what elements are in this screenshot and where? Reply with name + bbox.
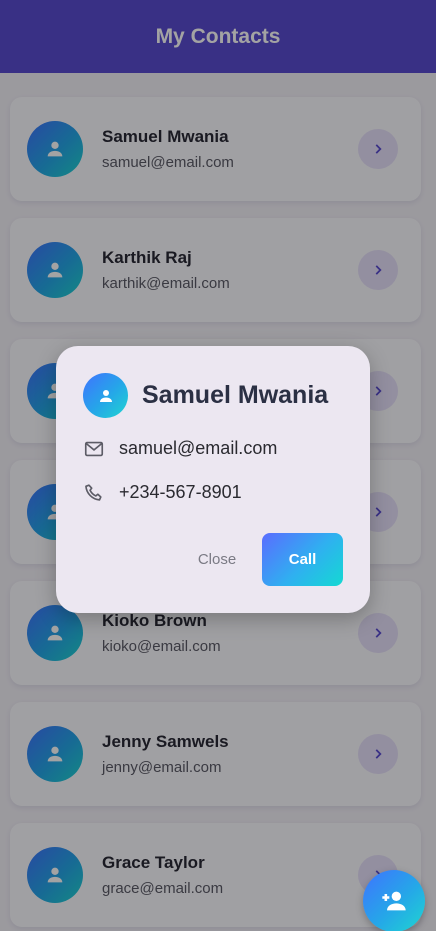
dialog-phone: +234-567-8901 [119,482,242,502]
mail-icon [84,441,104,457]
close-button[interactable]: Close [186,533,248,585]
person-icon [99,389,112,402]
dialog-email: samuel@email.com [119,438,278,458]
dialog-contact-name: Samuel Mwania [142,381,329,409]
call-button[interactable]: Call [262,533,343,586]
contact-dialog: Samuel Mwania samuel@email.com +234-567-… [56,346,370,613]
person-add-icon [382,891,406,911]
dialog-avatar [83,373,128,418]
phone-icon [85,484,102,501]
add-contact-button[interactable] [363,870,425,931]
